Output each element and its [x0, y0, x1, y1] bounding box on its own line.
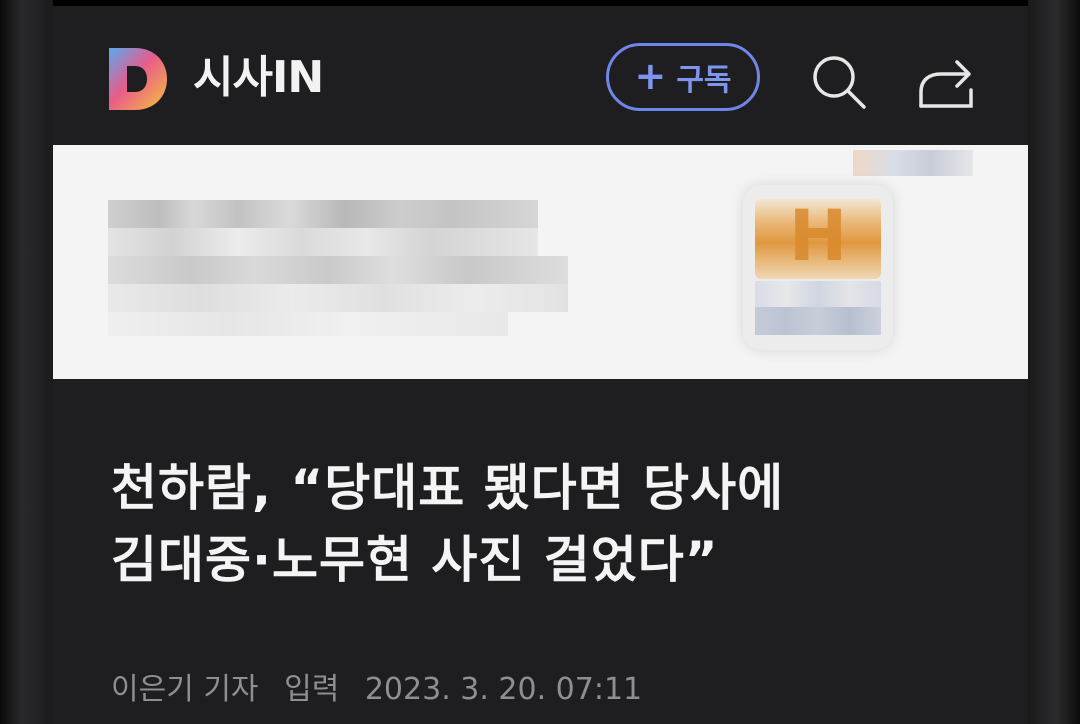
blurred-text-block — [108, 256, 568, 284]
badge-letter: H — [788, 195, 848, 277]
phone-screen: 시사IN + 구독 H 천하람, “당대표 됐다면 당사에 김대중·노무현 사진… — [53, 0, 1028, 724]
subscribe-label: 구독 — [676, 63, 732, 98]
reporter-name[interactable]: 이은기 기자 — [111, 672, 259, 707]
publish-date: 2023. 3. 20. 07:11 — [364, 672, 643, 707]
device-bezel-right — [1028, 0, 1080, 724]
blurred-strip — [853, 150, 973, 176]
article-headline: 천하람, “당대표 됐다면 당사에 김대중·노무현 사진 걸었다” — [111, 452, 991, 596]
app-header: 시사IN + 구독 — [53, 6, 1028, 145]
ad-banner-blurred[interactable]: H — [53, 145, 1028, 379]
search-icon[interactable] — [809, 52, 869, 112]
sisain-logo-icon[interactable] — [107, 48, 167, 110]
share-icon[interactable] — [917, 52, 977, 108]
plus-icon: + — [634, 53, 667, 98]
article-meta: 이은기 기자 입력 2023. 3. 20. 07:11 — [111, 664, 658, 708]
blurred-text-block — [108, 200, 538, 228]
headline-line-2: 김대중·노무현 사진 걸었다” — [111, 531, 719, 589]
blurred-text-block — [108, 228, 538, 256]
headline-line-1: 천하람, “당대표 됐다면 당사에 — [111, 459, 785, 517]
subscribe-button[interactable]: + 구독 — [606, 43, 760, 111]
brand-title[interactable]: 시사IN — [193, 52, 324, 104]
ad-logo-box: H — [743, 185, 893, 350]
blurred-text-block — [108, 312, 508, 336]
blurred-text-block — [108, 284, 568, 312]
input-label: 입력 — [284, 672, 340, 707]
device-bezel-left — [0, 0, 55, 724]
